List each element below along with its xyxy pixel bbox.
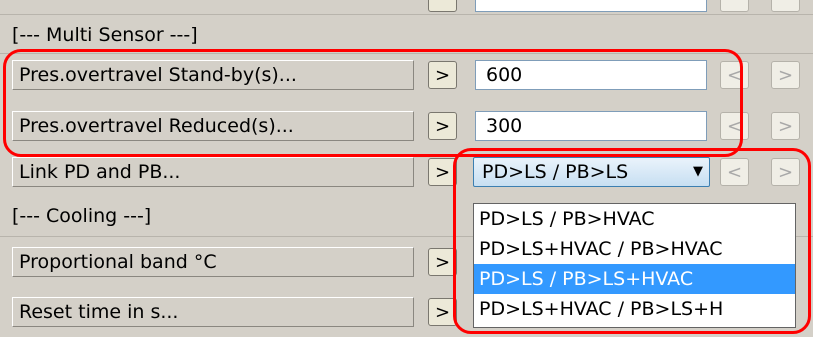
- proportional-band-label: Proportional band °C: [12, 247, 414, 277]
- link-pd-pb-label: Link PD and PB...: [12, 157, 414, 187]
- top-row-cutoff: [0, 0, 813, 14]
- top-next-button-cutoff[interactable]: [771, 0, 800, 12]
- standby-next-button[interactable]: >: [771, 61, 800, 89]
- highlight-link-dropdown: [453, 148, 811, 334]
- section-cooling: [--- Cooling ---]: [12, 205, 152, 227]
- chevron-right-icon: >: [434, 251, 451, 273]
- section-multi-sensor: [--- Multi Sensor ---]: [12, 24, 198, 46]
- top-prev-button-cutoff[interactable]: [720, 0, 749, 12]
- chevron-right-icon: >: [434, 161, 451, 183]
- chevron-right-icon: >: [434, 301, 451, 323]
- top-value-field-cutoff[interactable]: [475, 0, 707, 12]
- chevron-right-icon: >: [777, 115, 794, 137]
- divider: [0, 14, 813, 15]
- highlight-overtravel-rows: [3, 49, 743, 157]
- reduced-next-button[interactable]: >: [771, 112, 800, 140]
- chevron-right-icon: >: [777, 64, 794, 86]
- top-go-button-cutoff[interactable]: [428, 0, 457, 12]
- reset-time-label: Reset time in s...: [12, 297, 414, 327]
